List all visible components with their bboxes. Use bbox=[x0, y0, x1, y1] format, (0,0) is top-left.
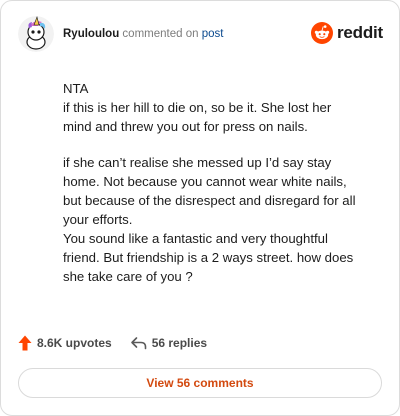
comment-card: Ryuloulou commented on post reddit NTA i… bbox=[0, 0, 400, 416]
reddit-logo[interactable]: reddit bbox=[311, 22, 383, 44]
reply-count: 56 replies bbox=[151, 336, 208, 350]
view-comments-label: View 56 comments bbox=[146, 376, 254, 390]
username[interactable]: Ryuloulou bbox=[63, 28, 119, 40]
upvote-button[interactable]: 8.6K upvotes bbox=[18, 335, 112, 351]
reddit-wordmark: reddit bbox=[337, 23, 384, 42]
view-comments-button[interactable]: View 56 comments bbox=[18, 368, 382, 398]
action-text: commented on bbox=[122, 28, 199, 40]
comment-footer: 8.6K upvotes 56 replies bbox=[18, 335, 207, 351]
comment-header: Ryuloulou commented on post bbox=[63, 28, 223, 40]
reply-button[interactable]: 56 replies bbox=[130, 336, 207, 350]
upvote-count: 8.6K upvotes bbox=[37, 336, 112, 350]
reddit-snoo-icon bbox=[311, 22, 333, 44]
comment-paragraph: NTA if this is her hill to die on, so be… bbox=[63, 79, 363, 136]
comment-line: NTA bbox=[63, 81, 89, 96]
post-link[interactable]: post bbox=[202, 28, 224, 40]
reply-arrow-icon bbox=[130, 337, 147, 350]
upvote-arrow-icon bbox=[18, 335, 32, 351]
comment-line: if she can’t realise she messed up I’d s… bbox=[63, 155, 356, 227]
avatar[interactable] bbox=[18, 16, 54, 52]
comment-line: You sound like a fantastic and very thou… bbox=[63, 231, 354, 284]
comment-paragraph: if she can’t realise she messed up I’d s… bbox=[63, 153, 363, 286]
comment-line: if this is her hill to die on, so be it.… bbox=[63, 100, 332, 134]
comment-body: NTA if this is her hill to die on, so be… bbox=[63, 79, 363, 286]
